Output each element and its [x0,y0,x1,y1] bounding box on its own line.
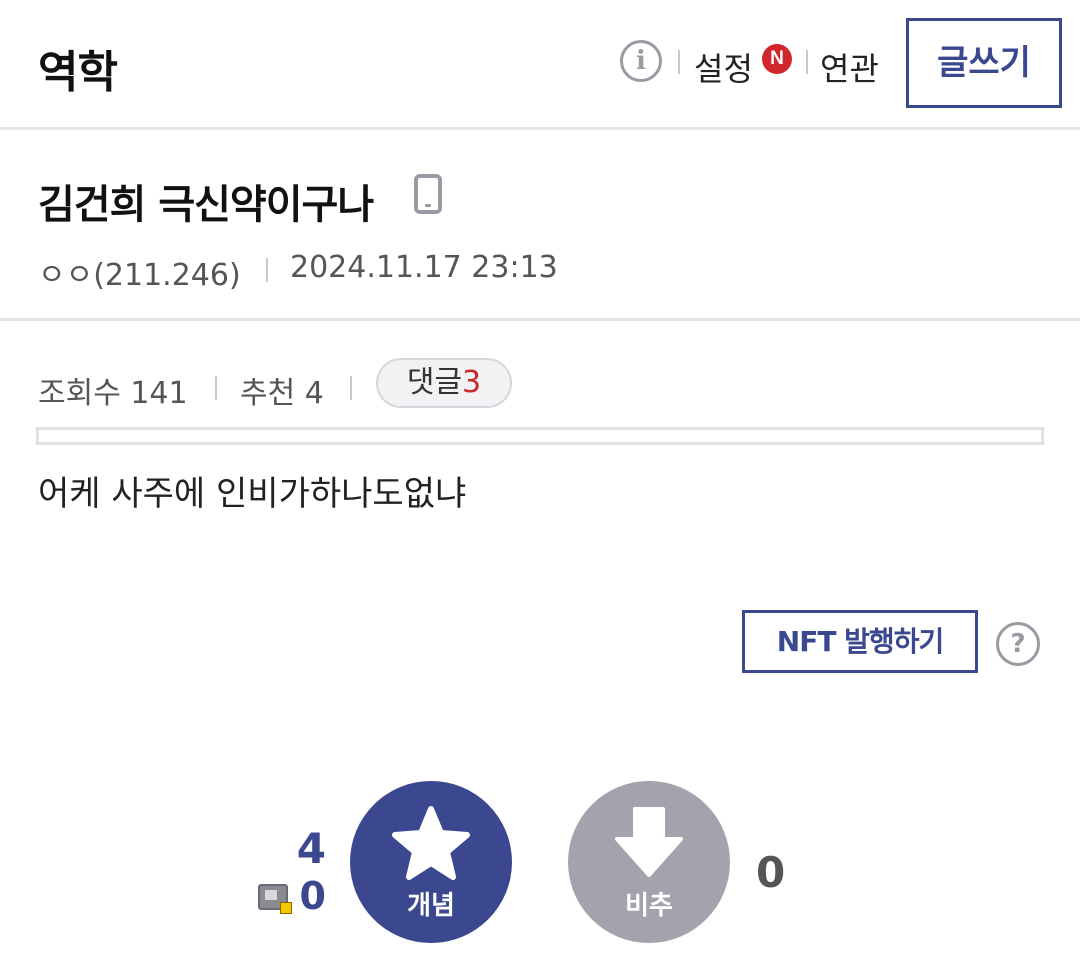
star-icon [392,806,470,880]
upvote-button[interactable]: 개념 [350,781,512,943]
upvote-count: 4 [296,824,326,873]
info-icon[interactable]: i [620,40,662,82]
upvote-label: 개념 [407,891,455,921]
stat-separator [350,376,352,400]
post-date: 2024.11.17 23:13 [290,250,558,285]
recommend-count: 추천 4 [240,376,324,411]
comments-button[interactable]: 댓글3 [376,358,512,408]
comments-count: 3 [462,365,482,400]
mobile-phone-icon [414,174,442,214]
write-button[interactable]: 글쓰기 [906,18,1062,108]
header-separator [806,50,808,74]
comments-label: 댓글 [406,365,463,400]
gallery-title[interactable]: 역학 [38,36,118,100]
fixed-upvote-count: 0 [299,874,326,918]
meta-separator [266,258,268,282]
downvote-label: 비추 [625,891,673,921]
view-count: 조회수 141 [38,376,188,411]
post-author[interactable]: ㅇㅇ(211.246) [38,250,241,294]
settings-link[interactable]: 설정 [694,44,753,90]
post-body: 어케 사주에 인비가하나도없냐 [38,474,467,514]
post-title: 김건희 극신약이구나 [38,182,374,228]
stat-separator [215,376,217,400]
downvote-count: 0 [756,848,786,897]
related-link[interactable]: 연관 [820,44,879,90]
content-top-bar [36,427,1044,445]
header-separator [678,50,680,74]
divider [0,318,1080,321]
nft-issue-button[interactable]: NFT 발행하기 [742,610,978,673]
downvote-button[interactable]: 비추 [568,781,730,943]
question-icon[interactable]: ? [996,622,1040,666]
gallery-header: 역학 i 설정 N 연관 글쓰기 [0,0,1080,130]
new-badge-icon: N [762,44,792,74]
arrow-down-icon [615,807,683,877]
